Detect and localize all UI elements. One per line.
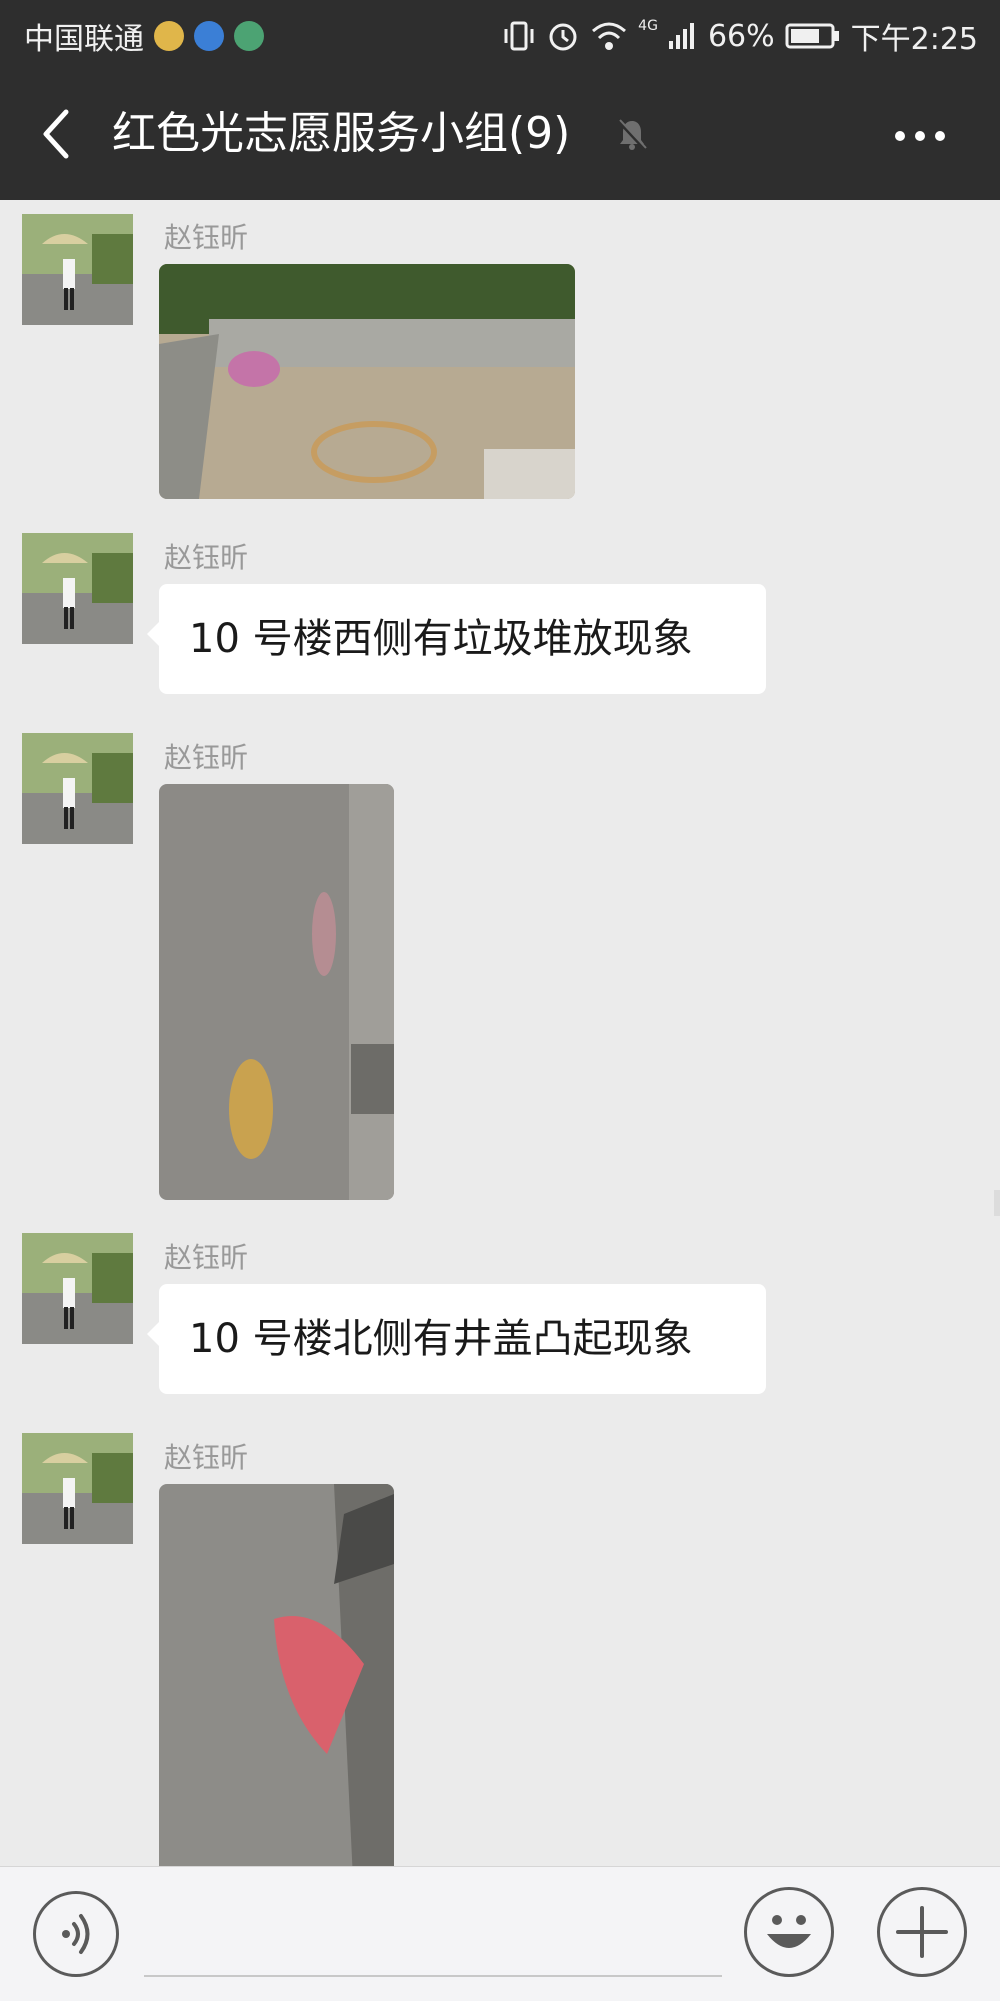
signal-icon [668, 23, 694, 49]
status-right: 4G 66% 下午2:25 [502, 14, 978, 58]
avatar[interactable] [22, 214, 133, 325]
avatar[interactable] [22, 733, 133, 844]
avatar-photo [22, 733, 133, 844]
image-message[interactable] [159, 264, 575, 499]
scroll-indicator[interactable] [994, 1190, 1000, 1216]
message-list[interactable]: 赵钰昕 赵钰昕 10 号楼西侧有垃圾堆放现象 赵钰昕 赵钰昕 10 号楼北侧有井… [0, 200, 1000, 1866]
image-message[interactable] [159, 784, 394, 1200]
avatar-photo [22, 1233, 133, 1344]
status-bar: 中国联通 4G 66% 下午2:25 [0, 0, 1000, 70]
more-button[interactable] [890, 114, 950, 158]
battery-icon [785, 23, 839, 49]
wifi-icon [592, 22, 627, 50]
clock: 下午2:25 [850, 22, 978, 57]
photo-trash-near-curb [159, 264, 575, 499]
avatar-photo [22, 214, 133, 325]
sender-name: 赵钰昕 [164, 741, 249, 774]
emoji-button[interactable] [744, 1887, 834, 1977]
voice-button[interactable] [33, 1891, 119, 1977]
sender-name: 赵钰昕 [164, 1441, 249, 1474]
text-message[interactable]: 10 号楼西侧有垃圾堆放现象 [147, 584, 766, 694]
mute-bell-icon [617, 119, 647, 151]
avatar-photo [22, 533, 133, 644]
sender-name: 赵钰昕 [164, 221, 249, 254]
back-arrow-icon [43, 109, 69, 159]
more-dots-icon [895, 131, 945, 141]
emoji-icon [767, 1915, 811, 1948]
sender-name: 赵钰昕 [164, 541, 249, 574]
chat-notification-icon [194, 21, 224, 51]
avatar[interactable] [22, 1433, 133, 1544]
avatar-photo [22, 1433, 133, 1544]
photo-manhole-covers [159, 784, 394, 1200]
avatar[interactable] [22, 1233, 133, 1344]
app-notification-icon [234, 21, 264, 51]
input-bar [0, 1866, 1000, 2001]
network-type: 4G [638, 18, 658, 34]
chat-title: 红色光志愿服务小组(9) [112, 108, 571, 159]
voice-input-icon [62, 1914, 90, 1954]
vibrate-icon [504, 21, 534, 51]
avatar[interactable] [22, 533, 133, 644]
status-left: 中国联通 [24, 14, 264, 58]
photo-red-umbrella-on-sidewalk [159, 1484, 394, 1866]
alarm-icon [549, 23, 577, 51]
plus-icon [896, 1906, 948, 1958]
more-functions-button[interactable] [877, 1887, 967, 1977]
message-input[interactable] [144, 1975, 722, 1977]
sender-name: 赵钰昕 [164, 1241, 249, 1274]
carrier-name: 中国联通 [24, 22, 144, 57]
back-button[interactable] [32, 104, 82, 164]
text-message[interactable]: 10 号楼北侧有井盖凸起现象 [147, 1284, 766, 1394]
message-notification-icon [154, 21, 184, 51]
image-message[interactable] [159, 1484, 394, 1866]
battery-percent: 66% [707, 18, 775, 54]
chat-header: 红色光志愿服务小组(9) [0, 70, 1000, 200]
